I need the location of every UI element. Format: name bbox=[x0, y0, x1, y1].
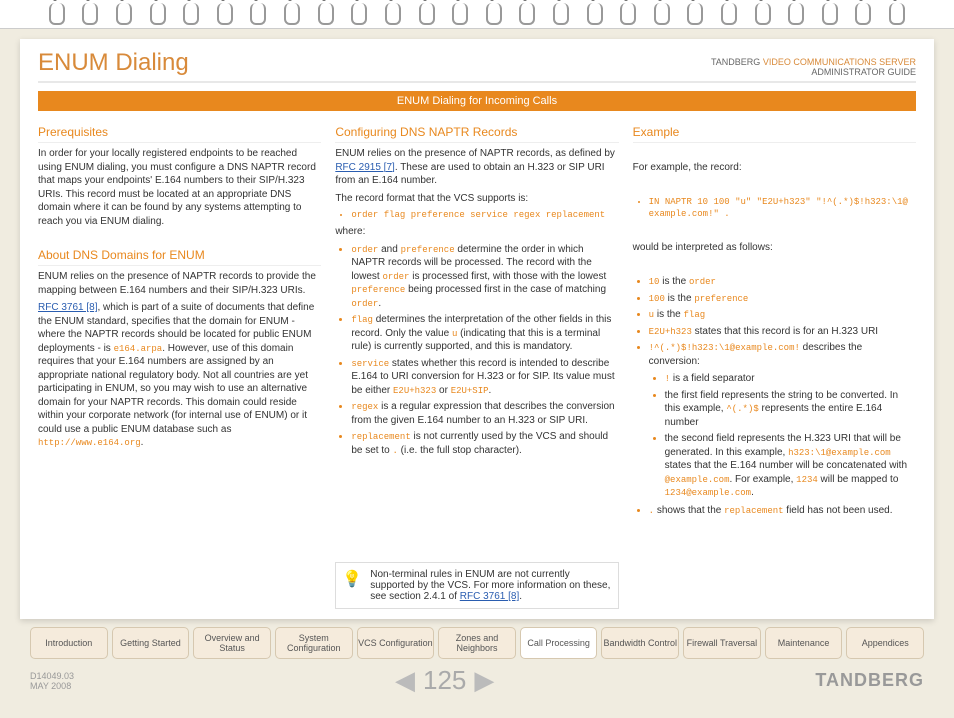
section-bar: ENUM Dialing for Incoming Calls bbox=[38, 91, 916, 111]
spiral-binding bbox=[0, 0, 954, 29]
content-sheet: ENUM Dialing TANDBERG VIDEO COMMUNICATIO… bbox=[20, 39, 934, 619]
column-1: Prerequisites In order for your locally … bbox=[38, 119, 321, 609]
nav-tabs: Introduction Getting Started Overview an… bbox=[30, 627, 924, 659]
doc-id: D14049.03MAY 2008 bbox=[30, 671, 74, 691]
format-list: order and preference determine the order… bbox=[335, 243, 618, 458]
column-2: Configuring DNS NAPTR Records ENUM relie… bbox=[335, 119, 618, 609]
tab-call-processing[interactable]: Call Processing bbox=[520, 627, 598, 659]
tab-firewall[interactable]: Firewall Traversal bbox=[683, 627, 761, 659]
footer-brand: TANDBERG bbox=[815, 670, 924, 691]
example-list: 10 is the order 100 is the preference u … bbox=[633, 272, 916, 520]
link-rfc-3761-tip[interactable]: RFC 3761 [8] bbox=[460, 591, 519, 602]
prev-page-icon[interactable]: ◀ bbox=[395, 665, 415, 696]
heading-example: Example bbox=[633, 125, 916, 143]
heading-prerequisites: Prerequisites bbox=[38, 125, 321, 143]
heading-about-dns: About DNS Domains for ENUM bbox=[38, 248, 321, 266]
header-meta: TANDBERG VIDEO COMMUNICATIONS SERVER ADM… bbox=[711, 57, 916, 77]
page-number: 125 bbox=[423, 665, 466, 696]
tab-bandwidth[interactable]: Bandwidth Control bbox=[601, 627, 679, 659]
next-page-icon[interactable]: ▶ bbox=[474, 665, 494, 696]
tab-introduction[interactable]: Introduction bbox=[30, 627, 108, 659]
document-page: ENUM Dialing TANDBERG VIDEO COMMUNICATIO… bbox=[0, 0, 954, 718]
heading-configuring: Configuring DNS NAPTR Records bbox=[335, 125, 618, 143]
link-rfc-3761[interactable]: RFC 3761 [8] bbox=[38, 302, 97, 313]
pagination: ◀ 125 ▶ bbox=[395, 665, 494, 696]
tab-maintenance[interactable]: Maintenance bbox=[765, 627, 843, 659]
page-title: ENUM Dialing bbox=[38, 49, 189, 77]
tab-appendices[interactable]: Appendices bbox=[846, 627, 924, 659]
tab-system-config[interactable]: System Configuration bbox=[275, 627, 353, 659]
tip-box: 💡 Non-terminal rules in ENUM are not cur… bbox=[335, 562, 618, 609]
tab-vcs-config[interactable]: VCS Configuration bbox=[357, 627, 435, 659]
tab-overview-status[interactable]: Overview and Status bbox=[193, 627, 271, 659]
tab-zones-neighbors[interactable]: Zones and Neighbors bbox=[438, 627, 516, 659]
tab-getting-started[interactable]: Getting Started bbox=[112, 627, 190, 659]
lightbulb-icon: 💡 bbox=[342, 569, 362, 589]
column-3: Example For example, the record: IN NAPT… bbox=[633, 119, 916, 609]
link-rfc-2915[interactable]: RFC 2915 [7] bbox=[335, 162, 394, 173]
